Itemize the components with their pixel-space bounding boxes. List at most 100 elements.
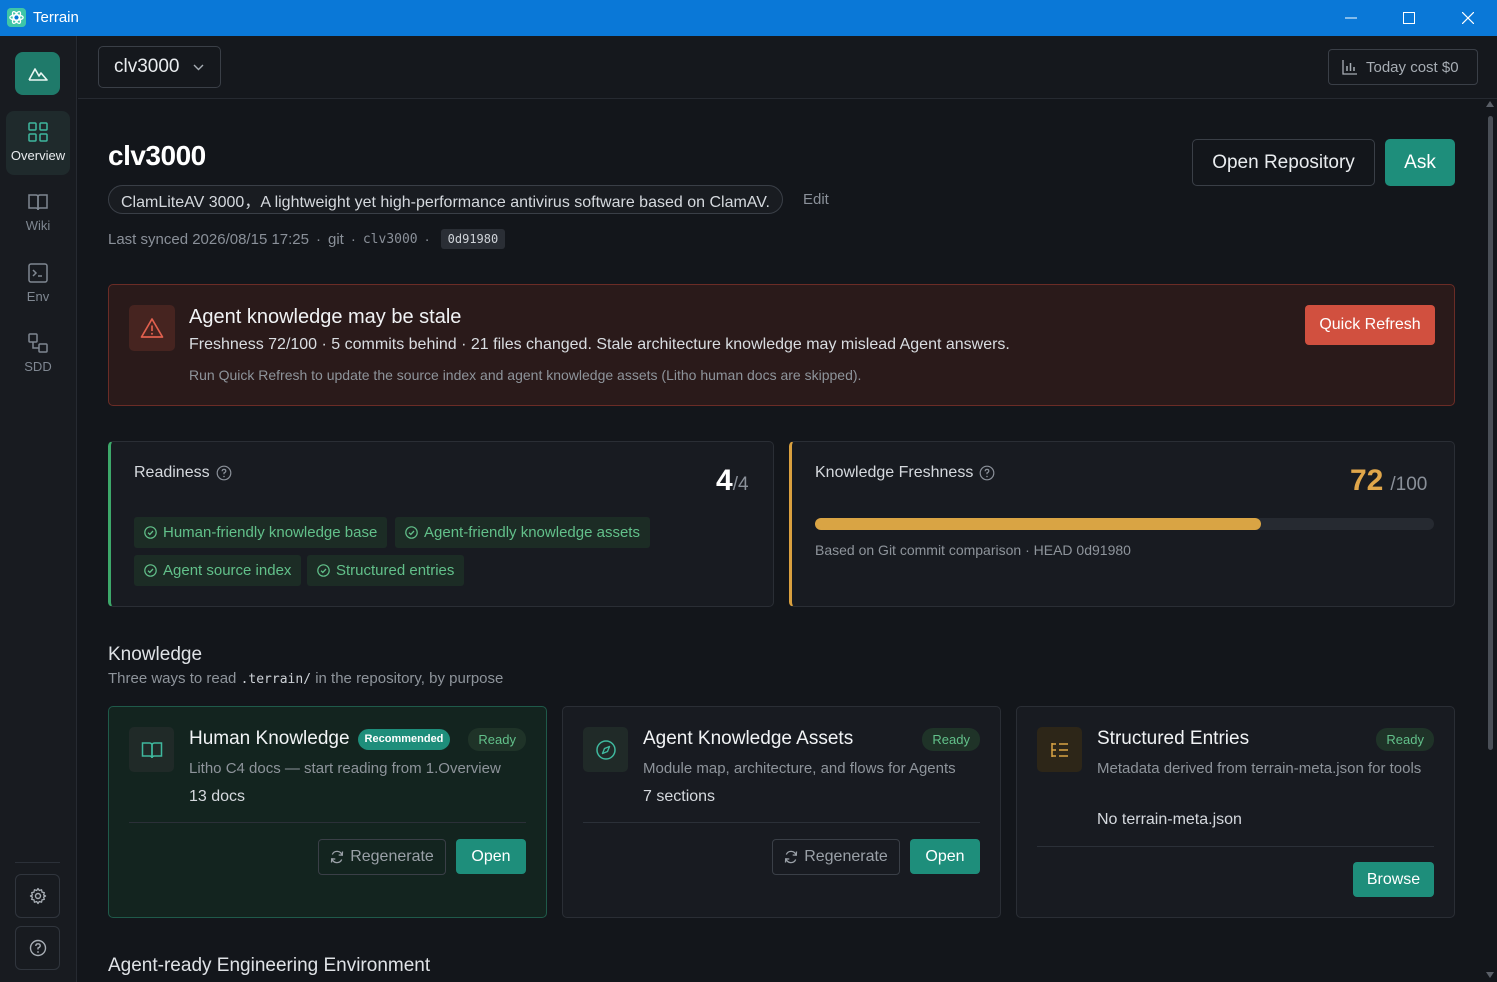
open-repository-button[interactable]: Open Repository [1192, 139, 1375, 186]
maximize-button[interactable] [1380, 0, 1438, 36]
freshness-label: Knowledge Freshness [815, 464, 995, 482]
app-logo[interactable] [15, 52, 60, 95]
alert-hint: Run Quick Refresh to update the source i… [189, 367, 862, 383]
today-cost-label: Today cost $0 [1366, 58, 1459, 76]
stale-knowledge-alert: Agent knowledge may be stale Freshness 7… [108, 284, 1455, 406]
freshness-total: /100 [1390, 474, 1428, 495]
chevron-down-icon [193, 64, 204, 71]
readiness-chip: Agent source index [134, 555, 302, 586]
grid-icon [28, 122, 48, 142]
gear-icon [29, 887, 46, 905]
maximize-icon [1403, 12, 1415, 24]
subtitle-post: in the repository, by purpose [315, 670, 504, 687]
card-count: 7 sections [643, 788, 716, 805]
settings-button[interactable] [15, 874, 60, 918]
freshness-label-text: Knowledge Freshness [815, 464, 974, 481]
readiness-card: Readiness 4/4 Human-friendly knowledge b… [108, 441, 774, 607]
sidebar-item-env[interactable]: Env [6, 252, 70, 316]
card-count: 13 docs [189, 788, 246, 805]
readiness-value: 4 [716, 464, 733, 497]
card-title: Structured Entries [1097, 728, 1249, 750]
readiness-chip-label: Agent source index [163, 562, 292, 579]
readiness-chip: Agent-friendly knowledge assets [395, 517, 650, 548]
readiness-chip-label: Human-friendly knowledge base [163, 524, 378, 541]
window-title: Terrain [33, 9, 79, 26]
last-synced: Last synced 2026/08/15 17:25 [108, 230, 309, 248]
sidebar-item-label: Overview [10, 148, 66, 163]
minimize-icon [1345, 17, 1357, 19]
close-icon [1462, 12, 1474, 24]
help-icon[interactable] [979, 465, 995, 481]
repo-description-text: ClamLiteAV 3000，A lightweight yet high-p… [121, 193, 770, 211]
human-knowledge-card: Human Knowledge Recommended Ready Litho … [108, 706, 547, 918]
regenerate-button[interactable]: Regenerate [772, 839, 900, 875]
sidebar-item-label: SDD [24, 359, 52, 374]
card-title-text: Human Knowledge [189, 728, 350, 749]
sidebar: Overview Wiki Env SDD [0, 36, 77, 982]
open-button[interactable]: Open [910, 839, 980, 874]
regenerate-label: Regenerate [350, 848, 434, 865]
help-icon [29, 939, 46, 957]
quick-refresh-button[interactable]: Quick Refresh [1305, 305, 1435, 345]
readiness-label: Readiness [134, 464, 232, 482]
recommended-badge: Recommended [357, 728, 451, 750]
browse-button[interactable]: Browse [1353, 862, 1434, 897]
sidebar-item-wiki[interactable]: Wiki [6, 181, 70, 245]
agent-knowledge-card: Agent Knowledge Assets Ready Module map,… [562, 706, 1001, 918]
sidebar-item-label: Wiki [25, 218, 51, 233]
terminal-icon [28, 263, 48, 283]
refresh-icon [331, 850, 344, 864]
check-circle-icon [144, 564, 157, 577]
sidebar-divider [15, 862, 60, 863]
title-bar: Terrain [0, 0, 1497, 36]
freshness-progress-bar [815, 518, 1434, 530]
today-cost-button[interactable]: Today cost $0 [1328, 49, 1478, 85]
regenerate-label: Regenerate [804, 848, 888, 865]
sidebar-item-sdd[interactable]: SDD [6, 322, 70, 386]
freshness-note: Based on Git commit comparison · HEAD 0d… [815, 542, 1131, 558]
branch-name: clv3000 [362, 231, 418, 247]
freshness-progress-fill [815, 518, 1261, 530]
sidebar-item-overview[interactable]: Overview [6, 111, 70, 175]
warning-icon [129, 305, 175, 351]
sidebar-item-label: Env [26, 289, 50, 304]
scroll-up-arrow[interactable] [1486, 101, 1494, 107]
compass-icon [583, 727, 628, 772]
mountain-icon [27, 67, 48, 81]
card-title: Agent Knowledge Assets [643, 728, 853, 750]
close-button[interactable] [1439, 0, 1497, 36]
subtitle-code: .terrain/ [240, 672, 312, 687]
app-logo-icon [7, 8, 26, 27]
edit-description-link[interactable]: Edit [803, 191, 829, 208]
shapes-icon [28, 333, 48, 353]
scroll-down-arrow[interactable] [1486, 972, 1494, 978]
status-badge: Ready [468, 728, 526, 751]
card-title-text: Structured Entries [1097, 728, 1250, 749]
scrollbar-thumb[interactable] [1488, 116, 1493, 750]
card-description: Metadata derived from terrain-meta.json … [1097, 760, 1422, 777]
status-badge: Ready [922, 728, 980, 751]
open-button[interactable]: Open [456, 839, 526, 874]
check-circle-icon [144, 526, 157, 539]
regenerate-button[interactable]: Regenerate [318, 839, 446, 875]
readiness-chip: Human-friendly knowledge base [134, 517, 388, 548]
help-button[interactable] [15, 926, 60, 970]
minimize-button[interactable] [1322, 0, 1380, 36]
readiness-chip-label: Agent-friendly knowledge assets [424, 524, 640, 541]
ask-button[interactable]: Ask [1385, 139, 1455, 186]
structured-entries-card: Structured Entries Ready Metadata derive… [1016, 706, 1455, 918]
card-title-text: Agent Knowledge Assets [643, 728, 854, 749]
readiness-total: /4 [732, 474, 749, 495]
repo-selector[interactable]: clv3000 [98, 46, 221, 88]
check-circle-icon [405, 526, 418, 539]
readiness-score: 4/4 [716, 464, 749, 498]
knowledge-section-subtitle: Three ways to read .terrain/ in the repo… [108, 670, 503, 687]
book-icon [28, 194, 48, 211]
readiness-chip-label: Structured entries [336, 562, 455, 579]
help-icon[interactable] [216, 465, 232, 481]
status-badge: Ready [1376, 728, 1434, 751]
freshness-card: Knowledge Freshness 72/100 Based on Git … [789, 441, 1455, 607]
card-divider [129, 822, 526, 823]
book-icon [129, 727, 174, 772]
readiness-chip: Structured entries [307, 555, 465, 586]
